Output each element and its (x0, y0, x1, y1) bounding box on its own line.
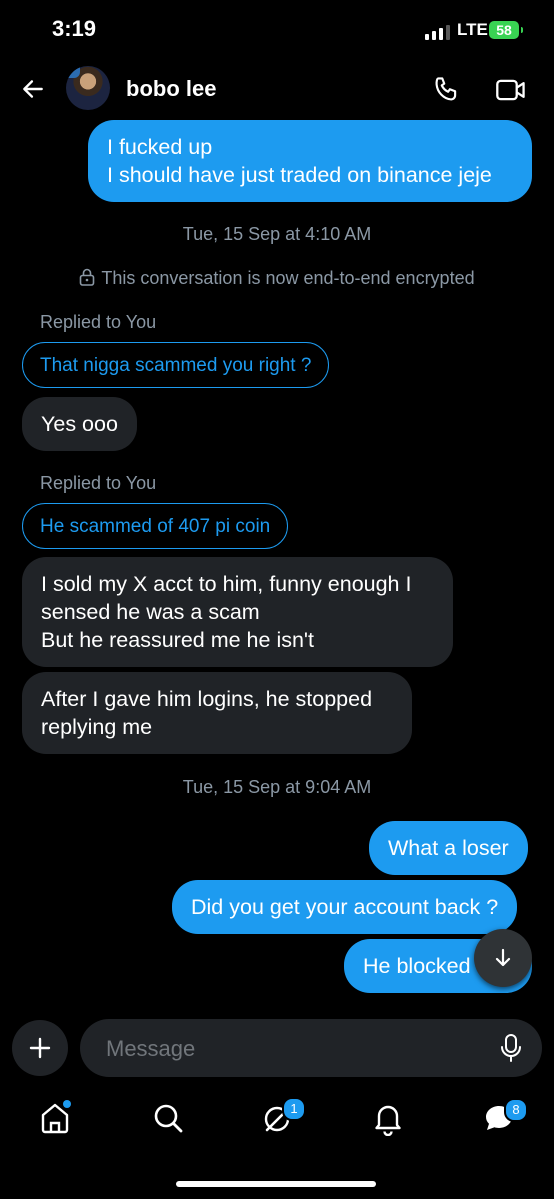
message-input[interactable] (104, 1019, 488, 1079)
battery-level: 58 (496, 22, 512, 38)
grok-badge: 1 (282, 1097, 306, 1121)
phone-icon[interactable] (432, 74, 462, 104)
battery-icon: 58 (489, 21, 523, 39)
search-icon[interactable] (150, 1100, 186, 1136)
message-incoming[interactable]: Yes ooo (22, 397, 137, 451)
avatar[interactable] (66, 66, 110, 110)
message-outgoing[interactable]: What a loser (369, 821, 528, 875)
encryption-notice: This conversation is now end-to-end encr… (0, 268, 554, 289)
status-time: 3:19 (52, 16, 97, 41)
bell-icon[interactable] (370, 1100, 406, 1136)
message-outgoing[interactable]: I fucked up I should have just traded on… (88, 120, 532, 202)
network-label: LTE (457, 20, 488, 39)
replied-label: Replied to You (40, 473, 157, 493)
messages-badge: 8 (504, 1098, 528, 1122)
home-notification-dot (63, 1100, 71, 1108)
microphone-icon[interactable] (500, 1033, 522, 1063)
plus-icon (29, 1037, 51, 1059)
home-indicator (176, 1181, 376, 1187)
signal-icon (425, 25, 450, 40)
lock-icon (80, 268, 95, 286)
contact-name[interactable]: bobo lee (126, 76, 216, 102)
message-incoming[interactable]: After I gave him logins, he stopped repl… (22, 672, 412, 754)
message-timestamp: Tue, 15 Sep at 4:10 AM (182, 224, 372, 244)
video-call-icon[interactable] (495, 76, 527, 104)
back-arrow-icon[interactable] (20, 76, 46, 102)
add-attachment-button[interactable] (12, 1020, 68, 1076)
replied-label: Replied to You (40, 312, 157, 332)
reply-quote[interactable]: He scammed of 407 pi coin (22, 503, 289, 549)
message-timestamp: Tue, 15 Sep at 9:04 AM (182, 777, 372, 797)
message-incoming[interactable]: I sold my X acct to him, funny enough I … (22, 557, 453, 667)
message-outgoing[interactable]: Did you get your account back ? (172, 880, 518, 934)
arrow-down-icon (495, 948, 511, 967)
encryption-text: This conversation is now end-to-end encr… (101, 268, 475, 288)
scroll-to-bottom-button[interactable] (474, 929, 532, 987)
message-input-container (80, 1019, 542, 1079)
reply-quote[interactable]: That nigga scammed you right ? (22, 342, 330, 388)
